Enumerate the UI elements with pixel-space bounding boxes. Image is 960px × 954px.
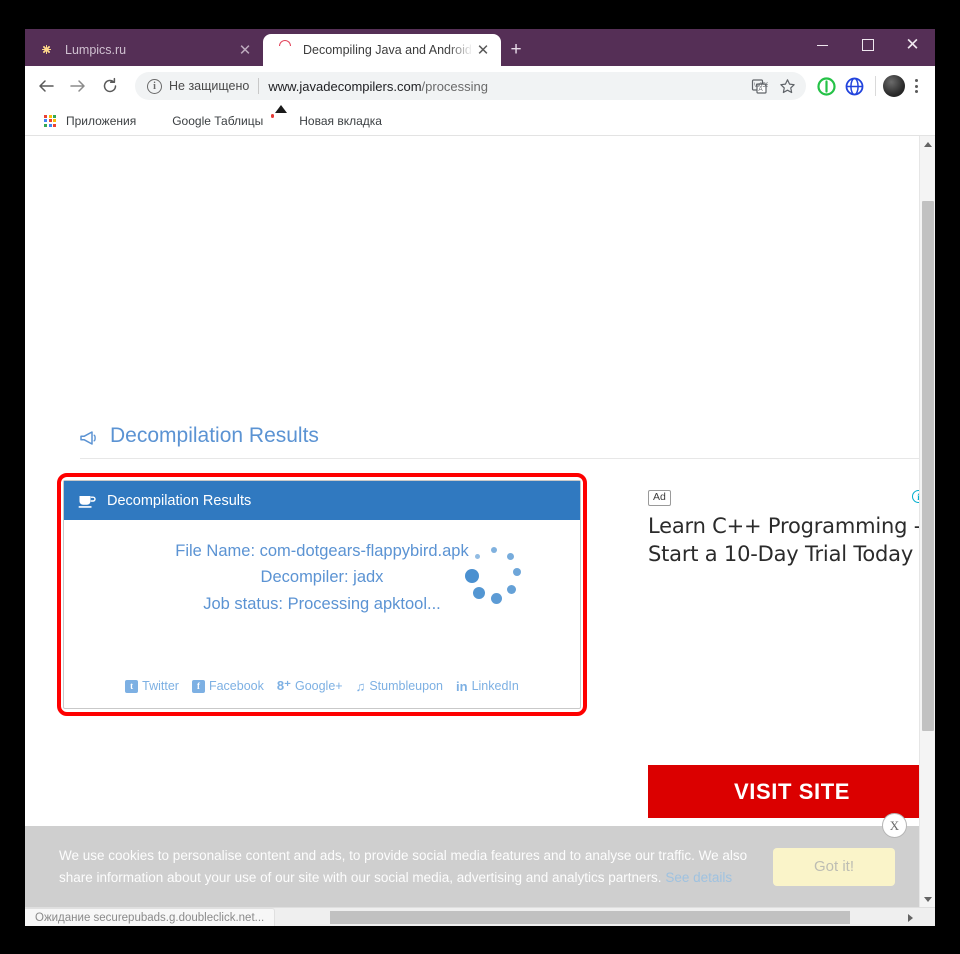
svg-text:\u6587: \u6587 [754, 83, 768, 89]
content-viewport: Decompilation Results Decompilation Resu… [25, 136, 935, 907]
google-sheets-icon [149, 113, 165, 129]
omnibox-actions: A\u6587 [746, 73, 800, 99]
security-status-label: Не защищено [169, 79, 250, 93]
share-label: Google+ [294, 679, 343, 693]
java-coffee-cup-icon [78, 493, 97, 509]
url-path: /processing [421, 78, 489, 94]
close-icon[interactable]: ✕ [473, 40, 493, 60]
close-icon[interactable]: X [882, 813, 907, 838]
share-facebook[interactable]: f Facebook [191, 679, 264, 693]
share-stumbleupon[interactable]: ♫ Stumbleupon [356, 679, 443, 694]
tab-title: Decompiling Java and Android a [303, 43, 473, 57]
divider [80, 458, 919, 459]
panel-header: Decompilation Results [64, 481, 580, 520]
maximize-button[interactable] [845, 29, 890, 61]
share-google-plus[interactable]: 8⁺ Google+ [277, 678, 343, 694]
close-icon[interactable]: ✕ [235, 40, 255, 60]
scroll-right-button[interactable] [902, 908, 918, 926]
share-label: Twitter [142, 679, 179, 693]
ad-info-icon[interactable]: i [912, 490, 919, 503]
bookmark-apps[interactable]: Приложения [39, 110, 145, 132]
page-title-text: Decompilation Results [110, 424, 319, 447]
url-text: www.javadecompilers.com/processing [268, 79, 488, 94]
see-details-link[interactable]: See details [665, 870, 732, 885]
share-linkedin[interactable]: in LinkedIn [456, 679, 519, 694]
scrollbar-corner [918, 908, 935, 926]
scroll-down-button[interactable] [920, 891, 935, 907]
status-bar: Ожидание securepubads.g.doubleclick.net.… [25, 907, 935, 926]
cookie-body: We use cookies to personalise content an… [59, 847, 748, 885]
browser-toolbar: i Не защищено www.javadecompilers.com/pr… [25, 66, 935, 106]
web-page: Decompilation Results Decompilation Resu… [25, 136, 919, 907]
ad-headline[interactable]: Learn C++ Programming - Start a 10-Day T… [645, 506, 919, 568]
back-arrow-icon[interactable] [31, 71, 61, 101]
forward-arrow-icon[interactable] [63, 71, 93, 101]
blue-globe-extension-icon[interactable] [840, 71, 868, 101]
window-controls: ✕ [800, 29, 935, 61]
divider [875, 76, 876, 96]
share-label: Facebook [208, 679, 264, 693]
apps-grid-icon [43, 113, 59, 129]
scrollbar-thumb[interactable] [922, 201, 934, 731]
orange-fruit-icon [39, 42, 55, 58]
page-title: Decompilation Results [80, 424, 319, 448]
visit-site-button[interactable]: VISIT SITE [648, 765, 919, 818]
browser-window: Lumpics.ru ✕ Decompiling Java and Androi… [25, 29, 935, 926]
status-text: Ожидание securepubads.g.doubleclick.net.… [25, 908, 276, 926]
cookie-consent-banner: We use cookies to personalise content an… [25, 813, 919, 907]
vertical-scrollbar[interactable] [919, 136, 935, 907]
bookmark-google-sheets[interactable]: Google Таблицы [145, 110, 272, 132]
bullhorn-icon [80, 428, 100, 445]
browser-tab-lumpics[interactable]: Lumpics.ru ✕ [25, 34, 263, 66]
red-server-icon [277, 42, 293, 58]
advertisement: Ad i Learn C++ Programming - Start a 10-… [645, 476, 919, 818]
share-twitter[interactable]: t Twitter [125, 679, 179, 693]
facebook-icon: f [191, 679, 205, 693]
panel-header-title: Decompilation Results [107, 492, 252, 509]
stumbleupon-icon: ♫ [355, 678, 366, 694]
loading-spinner-icon [463, 545, 527, 609]
bookmarks-bar: Приложения Google Таблицы Новая вкладка [25, 106, 935, 136]
ad-top-row: Ad i [645, 476, 919, 506]
share-label: Stumbleupon [369, 679, 443, 693]
horizontal-scrollbar-thumb[interactable] [330, 911, 850, 924]
close-window-button[interactable]: ✕ [890, 29, 935, 61]
bookmark-new-tab[interactable]: Новая вкладка [272, 110, 391, 132]
tab-strip: Lumpics.ru ✕ Decompiling Java and Androi… [25, 29, 935, 66]
google-plus-icon: 8⁺ [276, 678, 291, 693]
reload-icon[interactable] [95, 71, 125, 101]
bookmark-label: Google Таблицы [172, 113, 264, 128]
translate-icon[interactable]: A\u6587 [746, 73, 772, 99]
green-shield-extension-icon[interactable] [812, 71, 840, 101]
new-tab-button[interactable]: + [501, 34, 531, 66]
tab-title: Lumpics.ru [65, 43, 127, 57]
linkedin-icon: in [456, 678, 468, 694]
avatar[interactable] [883, 75, 905, 97]
minimize-button[interactable] [800, 29, 845, 61]
url-host: www.javadecompilers.com [268, 78, 422, 94]
browser-tab-decompiling[interactable]: Decompiling Java and Android a ✕ [263, 34, 501, 66]
info-icon[interactable]: i [147, 78, 162, 94]
divider [258, 78, 260, 94]
star-icon[interactable] [774, 73, 800, 99]
twitter-icon: t [125, 679, 139, 693]
bookmark-label: Новая вкладка [299, 113, 382, 128]
social-share-links: t Twitter f Facebook 8⁺ Google+ ♫ Stumbl… [64, 678, 580, 694]
decompilation-results-panel: Decompilation Results File Name: com-dot… [63, 480, 581, 709]
cookie-text: We use cookies to personalise content an… [59, 845, 749, 889]
bookmark-label: Приложения [66, 113, 137, 128]
scroll-up-button[interactable] [920, 136, 935, 152]
picture-icon [276, 113, 292, 129]
panel-body: File Name: com-dotgears-flappybird.apk D… [64, 520, 580, 708]
kebab-menu-icon[interactable] [905, 73, 927, 99]
got-it-button[interactable]: Got it! [773, 847, 895, 886]
ad-badge: Ad [648, 490, 671, 506]
share-label: LinkedIn [471, 679, 519, 693]
address-bar[interactable]: i Не защищено www.javadecompilers.com/pr… [135, 72, 806, 100]
